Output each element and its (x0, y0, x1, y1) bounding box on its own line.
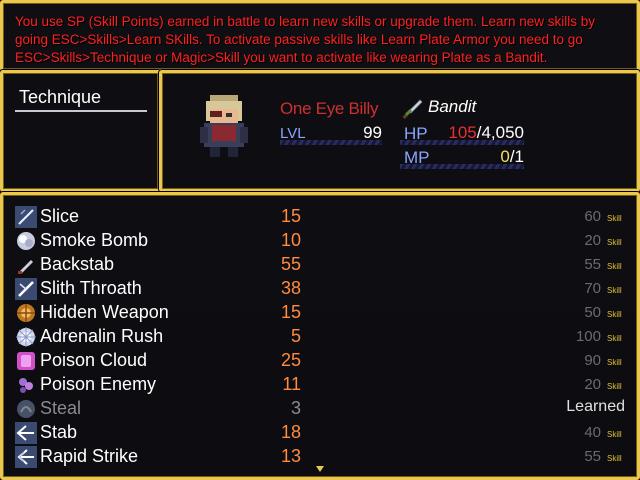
skill-cost: 3 (290, 398, 301, 418)
skill-cost: 38 (280, 278, 301, 298)
skill-row[interactable]: Slice 15 60 Skill (15, 205, 627, 229)
skill-name: Hidden Weapon (40, 302, 169, 322)
skill-price: 100 (575, 328, 601, 345)
skill-price: 55 (584, 448, 601, 465)
smoke-bomb-icon (17, 232, 35, 250)
dagger-icon (402, 99, 423, 119)
skill-price-unit: Skill (607, 286, 622, 295)
level-gauge (280, 140, 382, 145)
scroll-down-arrow-icon[interactable] (316, 466, 324, 472)
skill-cost: 13 (280, 446, 301, 466)
skill-name: Slith Throath (40, 278, 142, 298)
skill-price: 50 (584, 304, 601, 321)
skill-name: Stab (40, 422, 78, 442)
actor-portrait (200, 95, 248, 157)
hp-gauge-track (400, 140, 524, 145)
skill-price-unit: Skill (607, 310, 622, 319)
skill-list-window: Slice 15 60 Skill Smoke Bomb 10 20 Skill Backsta… (0, 192, 640, 480)
skill-row[interactable]: Poison Cloud 25 90 Skill (15, 349, 627, 373)
skill-row[interactable]: Adrenalin Rush 5 100 Skill (15, 325, 627, 349)
skill-learned-status: Learned (566, 398, 625, 415)
actor-status-window: One Eye Billy LVL 99 Bandit HP 105/4,050… (159, 70, 640, 192)
skill-price-unit: Skill (607, 358, 622, 367)
skill-price-unit: Skill (607, 454, 622, 463)
skill-name: Poison Cloud (40, 350, 148, 370)
skill-name: Poison Enemy (40, 374, 157, 394)
skill-category-window: Technique (0, 70, 161, 192)
skill-name: Rapid Strike (40, 446, 139, 466)
skill-row[interactable]: Steal 3 Learned (15, 397, 627, 421)
skill-price: 60 (584, 208, 601, 225)
skill-price: 40 (584, 424, 601, 441)
knife-icon (18, 260, 33, 274)
steal-hand-icon (17, 400, 35, 418)
skill-name: Steal (40, 398, 82, 418)
skill-price: 20 (584, 376, 601, 393)
skill-price: 90 (584, 352, 601, 369)
help-window: You use SP (Skill Points) earned in batt… (0, 0, 640, 72)
skill-cost: 15 (280, 302, 301, 322)
skill-cost: 10 (280, 230, 301, 250)
actor-class: Bandit (428, 97, 477, 116)
skill-cost: 15 (280, 206, 301, 226)
skill-cost: 55 (280, 254, 301, 274)
skill-cost: 11 (282, 374, 301, 394)
skill-name: Smoke Bomb (40, 230, 149, 250)
skill-cost: 25 (280, 350, 301, 370)
actor-name: One Eye Billy (280, 99, 379, 118)
skill-name: Backstab (40, 254, 115, 274)
skill-name: Slice (40, 206, 80, 226)
skill-row[interactable]: Stab 18 40 Skill (15, 421, 627, 445)
mp-row: MP 0/1 (400, 147, 524, 169)
throat-slash-icon (15, 278, 37, 300)
skill-name: Adrenalin Rush (40, 326, 164, 346)
skill-row[interactable]: Slith Throath 38 70 Skill (15, 277, 627, 301)
rapid-arrow-icon (15, 446, 37, 468)
help-text: You use SP (Skill Points) earned in batt… (15, 14, 596, 65)
skill-price-unit: Skill (607, 334, 622, 343)
skill-row[interactable]: Hidden Weapon 15 50 Skill (15, 301, 627, 325)
hp-row: HP 105/4,050 (400, 123, 524, 145)
skill-price: 55 (584, 256, 601, 273)
skill-price-unit: Skill (607, 382, 622, 391)
mp-gauge-track (400, 164, 524, 169)
slash-icon (15, 206, 37, 228)
burst-icon (16, 327, 36, 347)
skill-price: 20 (584, 232, 601, 249)
skill-price-unit: Skill (607, 430, 622, 439)
hidden-weapon-icon (17, 304, 35, 322)
category-technique[interactable]: Technique (15, 87, 147, 112)
stab-arrow-icon (15, 422, 37, 444)
skill-row[interactable]: Smoke Bomb 10 20 Skill (15, 229, 627, 253)
poison-cloud-icon (17, 352, 35, 370)
skill-row[interactable]: Poison Enemy 11 20 Skill (15, 373, 627, 397)
skill-cost: 18 (280, 422, 301, 442)
skill-price: 70 (584, 280, 601, 297)
skill-price-unit: Skill (607, 238, 622, 247)
skill-price-unit: Skill (607, 214, 622, 223)
skill-row[interactable]: Backstab 55 55 Skill (15, 253, 627, 277)
level-row: LVL 99 (280, 123, 382, 145)
poison-drop-icon (19, 378, 33, 393)
skill-cost: 5 (290, 326, 301, 346)
skill-price-unit: Skill (607, 262, 622, 271)
